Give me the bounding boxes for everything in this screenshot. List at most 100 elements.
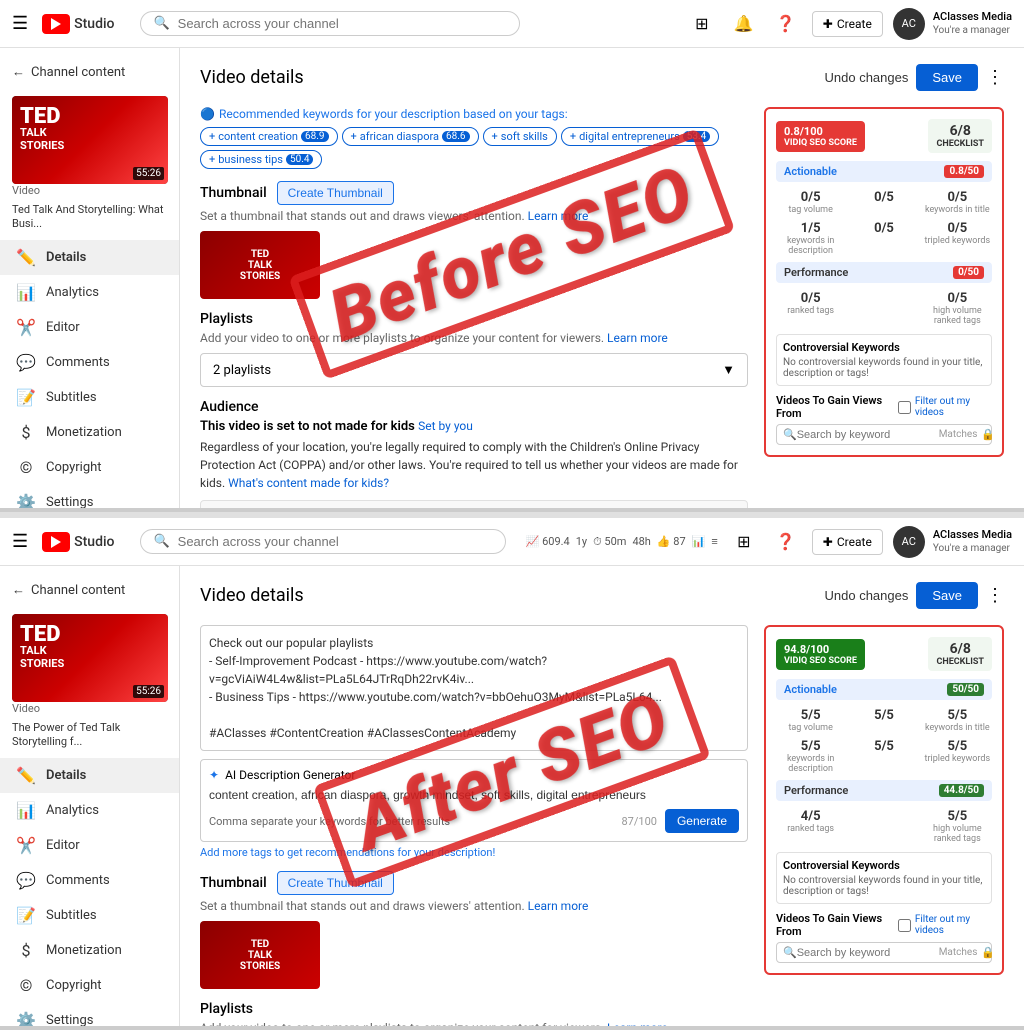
after-create-button[interactable]: ✚ Create (812, 529, 883, 555)
sidebar-item-editor[interactable]: ✂️ Editor (0, 310, 179, 345)
sidebar-item-comments[interactable]: 💬 Comments (0, 345, 179, 380)
after-thumbnail-learn-more[interactable]: Learn more (528, 899, 589, 913)
after-create-thumbnail-button[interactable]: Create Thumbnail (277, 871, 394, 895)
help-btn[interactable]: ❓ (770, 8, 802, 40)
after-video-type: Video (12, 702, 167, 715)
keyword-chip-3[interactable]: + soft skills (483, 127, 557, 146)
after-search-bar[interactable]: 🔍 (140, 529, 505, 554)
seo-metrics-top: 0/5 tag volume 0/5 0/5 keywords in title (776, 190, 992, 215)
after-comments-label: Comments (46, 873, 110, 888)
after-filter-checkbox[interactable] (898, 919, 911, 932)
after-sidebar-editor[interactable]: ✂️ Editor (0, 828, 179, 863)
after-save-button[interactable]: Save (916, 582, 978, 609)
chip-score-5: 50.4 (286, 154, 314, 165)
chip-plus-5: + (209, 153, 215, 166)
content-cols: 🔵 Recommended keywords for your descript… (200, 107, 1004, 512)
seo-search-input[interactable] (797, 429, 939, 441)
comments-label: Comments (46, 355, 110, 370)
after-search-input[interactable] (178, 534, 493, 549)
sidebar-item-copyright[interactable]: © Copyright (0, 450, 179, 485)
back-icon: ← (12, 64, 25, 80)
seo-checklist: 6/8 CHECKLIST (928, 119, 992, 153)
after-settings-icon: ⚙️ (16, 1011, 36, 1030)
views-stat: 📈 609.4 (526, 535, 570, 548)
seo-search-row[interactable]: 🔍 Matches 🔒 (776, 424, 992, 445)
sidebar-item-monetization[interactable]: $ Monetization (0, 415, 179, 450)
analytics-label: Analytics (46, 285, 99, 300)
after-undo-button[interactable]: Undo changes (825, 588, 909, 603)
list-icon-bar: ≡ (711, 535, 717, 548)
sidebar-item-details[interactable]: ✏️ Details (0, 240, 179, 275)
coppa-link[interactable]: What's content made for kids? (228, 476, 389, 490)
description-box[interactable]: Check out our popular playlists - Self-I… (200, 625, 748, 751)
create-button[interactable]: ✚ Create (812, 11, 883, 37)
after-video-title: The Power of Ted Talk Storytelling f... (12, 721, 167, 750)
metric-val-4: 1/5 (776, 221, 845, 236)
after-sidebar-comments[interactable]: 💬 Comments (0, 863, 179, 898)
ai-tags-input[interactable] (209, 788, 739, 802)
after-top-bar: ☰ Studio 🔍 📈 609.4 1y ⏱ 50m 48h 👍 87 📊 ≡… (0, 518, 1024, 566)
after-sidebar-monetization[interactable]: $ Monetization (0, 933, 179, 968)
sidebar-back[interactable]: ← Channel content (0, 56, 179, 88)
keyword-chip-5[interactable]: + business tips 50.4 (200, 150, 322, 169)
info-icon: ℹ️ (209, 510, 226, 512)
after-sidebar-back[interactable]: ← Channel content (0, 574, 179, 606)
search-bar[interactable]: 🔍 (140, 11, 520, 36)
after-thumbnail-label: Thumbnail (200, 875, 267, 891)
tags-hint[interactable]: Add more tags to get recommendations for… (200, 846, 748, 859)
menu-icon[interactable]: ☰ (12, 13, 28, 34)
after-youtube-icon (42, 532, 70, 552)
search-input[interactable] (178, 16, 508, 31)
after-sidebar-settings[interactable]: ⚙️ Settings (0, 1003, 179, 1030)
metric-lbl-6: tripled keywords (923, 236, 992, 246)
playlist-select[interactable]: 2 playlists ▼ (200, 353, 748, 387)
after-seo-score-label: VIDIQ SEO SCORE (784, 656, 857, 666)
after-details-icon: ✏️ (16, 766, 36, 785)
after-sidebar-subtitles[interactable]: 📝 Subtitles (0, 898, 179, 933)
after-playlists-learn-more[interactable]: Learn more (607, 1021, 668, 1030)
notifications-btn[interactable]: 🔔 (728, 8, 760, 40)
after-sidebar-copyright[interactable]: © Copyright (0, 968, 179, 1003)
page-actions: Undo changes Save ⋮ (825, 64, 1004, 91)
after-seo-search-row[interactable]: 🔍 Matches 🔒 (776, 942, 992, 963)
sidebar-item-subtitles[interactable]: 📝 Subtitles (0, 380, 179, 415)
keyword-chip-2[interactable]: + african diaspora 68.6 (342, 127, 479, 146)
after-help-btn[interactable]: ❓ (770, 526, 802, 558)
save-button[interactable]: Save (916, 64, 978, 91)
filter-checkbox[interactable] (898, 401, 911, 414)
sidebar-item-settings[interactable]: ⚙️ Settings (0, 485, 179, 512)
after-captions-btn[interactable]: ⊞ (728, 526, 760, 558)
after-playlists-section: Playlists Add your video to one or more … (200, 1001, 748, 1030)
more-button[interactable]: ⋮ (986, 67, 1004, 88)
after-account-info[interactable]: AC AClasses Media You're a manager (893, 526, 1012, 558)
after-seo-search-input[interactable] (797, 947, 939, 959)
account-info[interactable]: AC AClasses Media You're a manager (893, 8, 1012, 40)
after-playlists-desc: Add your video to one or more playlists … (200, 1021, 748, 1030)
undo-button[interactable]: Undo changes (825, 70, 909, 85)
after-more-button[interactable]: ⋮ (986, 585, 1004, 606)
after-thumbnail-header: Thumbnail Create Thumbnail (200, 871, 748, 895)
generate-button[interactable]: Generate (665, 809, 739, 833)
keyword-chip-1[interactable]: + content creation 68.9 (200, 127, 338, 146)
seo-performance-section: Performance 0/50 (776, 262, 992, 283)
sidebar-item-analytics[interactable]: 📊 Analytics (0, 275, 179, 310)
seo-lock-icon: 🔒 (981, 428, 995, 441)
seo-metric-3: 0/5 keywords in title (923, 190, 992, 215)
create-thumbnail-button[interactable]: Create Thumbnail (277, 181, 394, 205)
after-seo-metrics-perf: 4/5 ranked tags 5/5 high volume ranked t… (776, 809, 992, 844)
after-sidebar-analytics[interactable]: 📊 Analytics (0, 793, 179, 828)
after-account-role: You're a manager (933, 542, 1012, 555)
after-menu-icon[interactable]: ☰ (12, 531, 28, 552)
thumbnail-learn-more[interactable]: Learn more (528, 209, 589, 223)
metric-val-1: 0/5 (776, 190, 845, 205)
playlists-learn-more[interactable]: Learn more (607, 331, 668, 345)
after-checklist-label: CHECKLIST (936, 657, 984, 667)
after-playlists-title: Playlists (200, 1001, 748, 1017)
keyword-chip-4[interactable]: + digital entrepreneurs 53.4 (561, 127, 719, 146)
seo-metric-6: 0/5 tripled keywords (923, 221, 992, 256)
chip-score-2: 68.6 (442, 131, 470, 142)
after-sidebar-details[interactable]: ✏️ Details (0, 758, 179, 793)
after-details-label: Details (46, 768, 86, 783)
captions-btn[interactable]: ⊞ (686, 8, 718, 40)
left-col: 🔵 Recommended keywords for your descript… (200, 107, 748, 512)
